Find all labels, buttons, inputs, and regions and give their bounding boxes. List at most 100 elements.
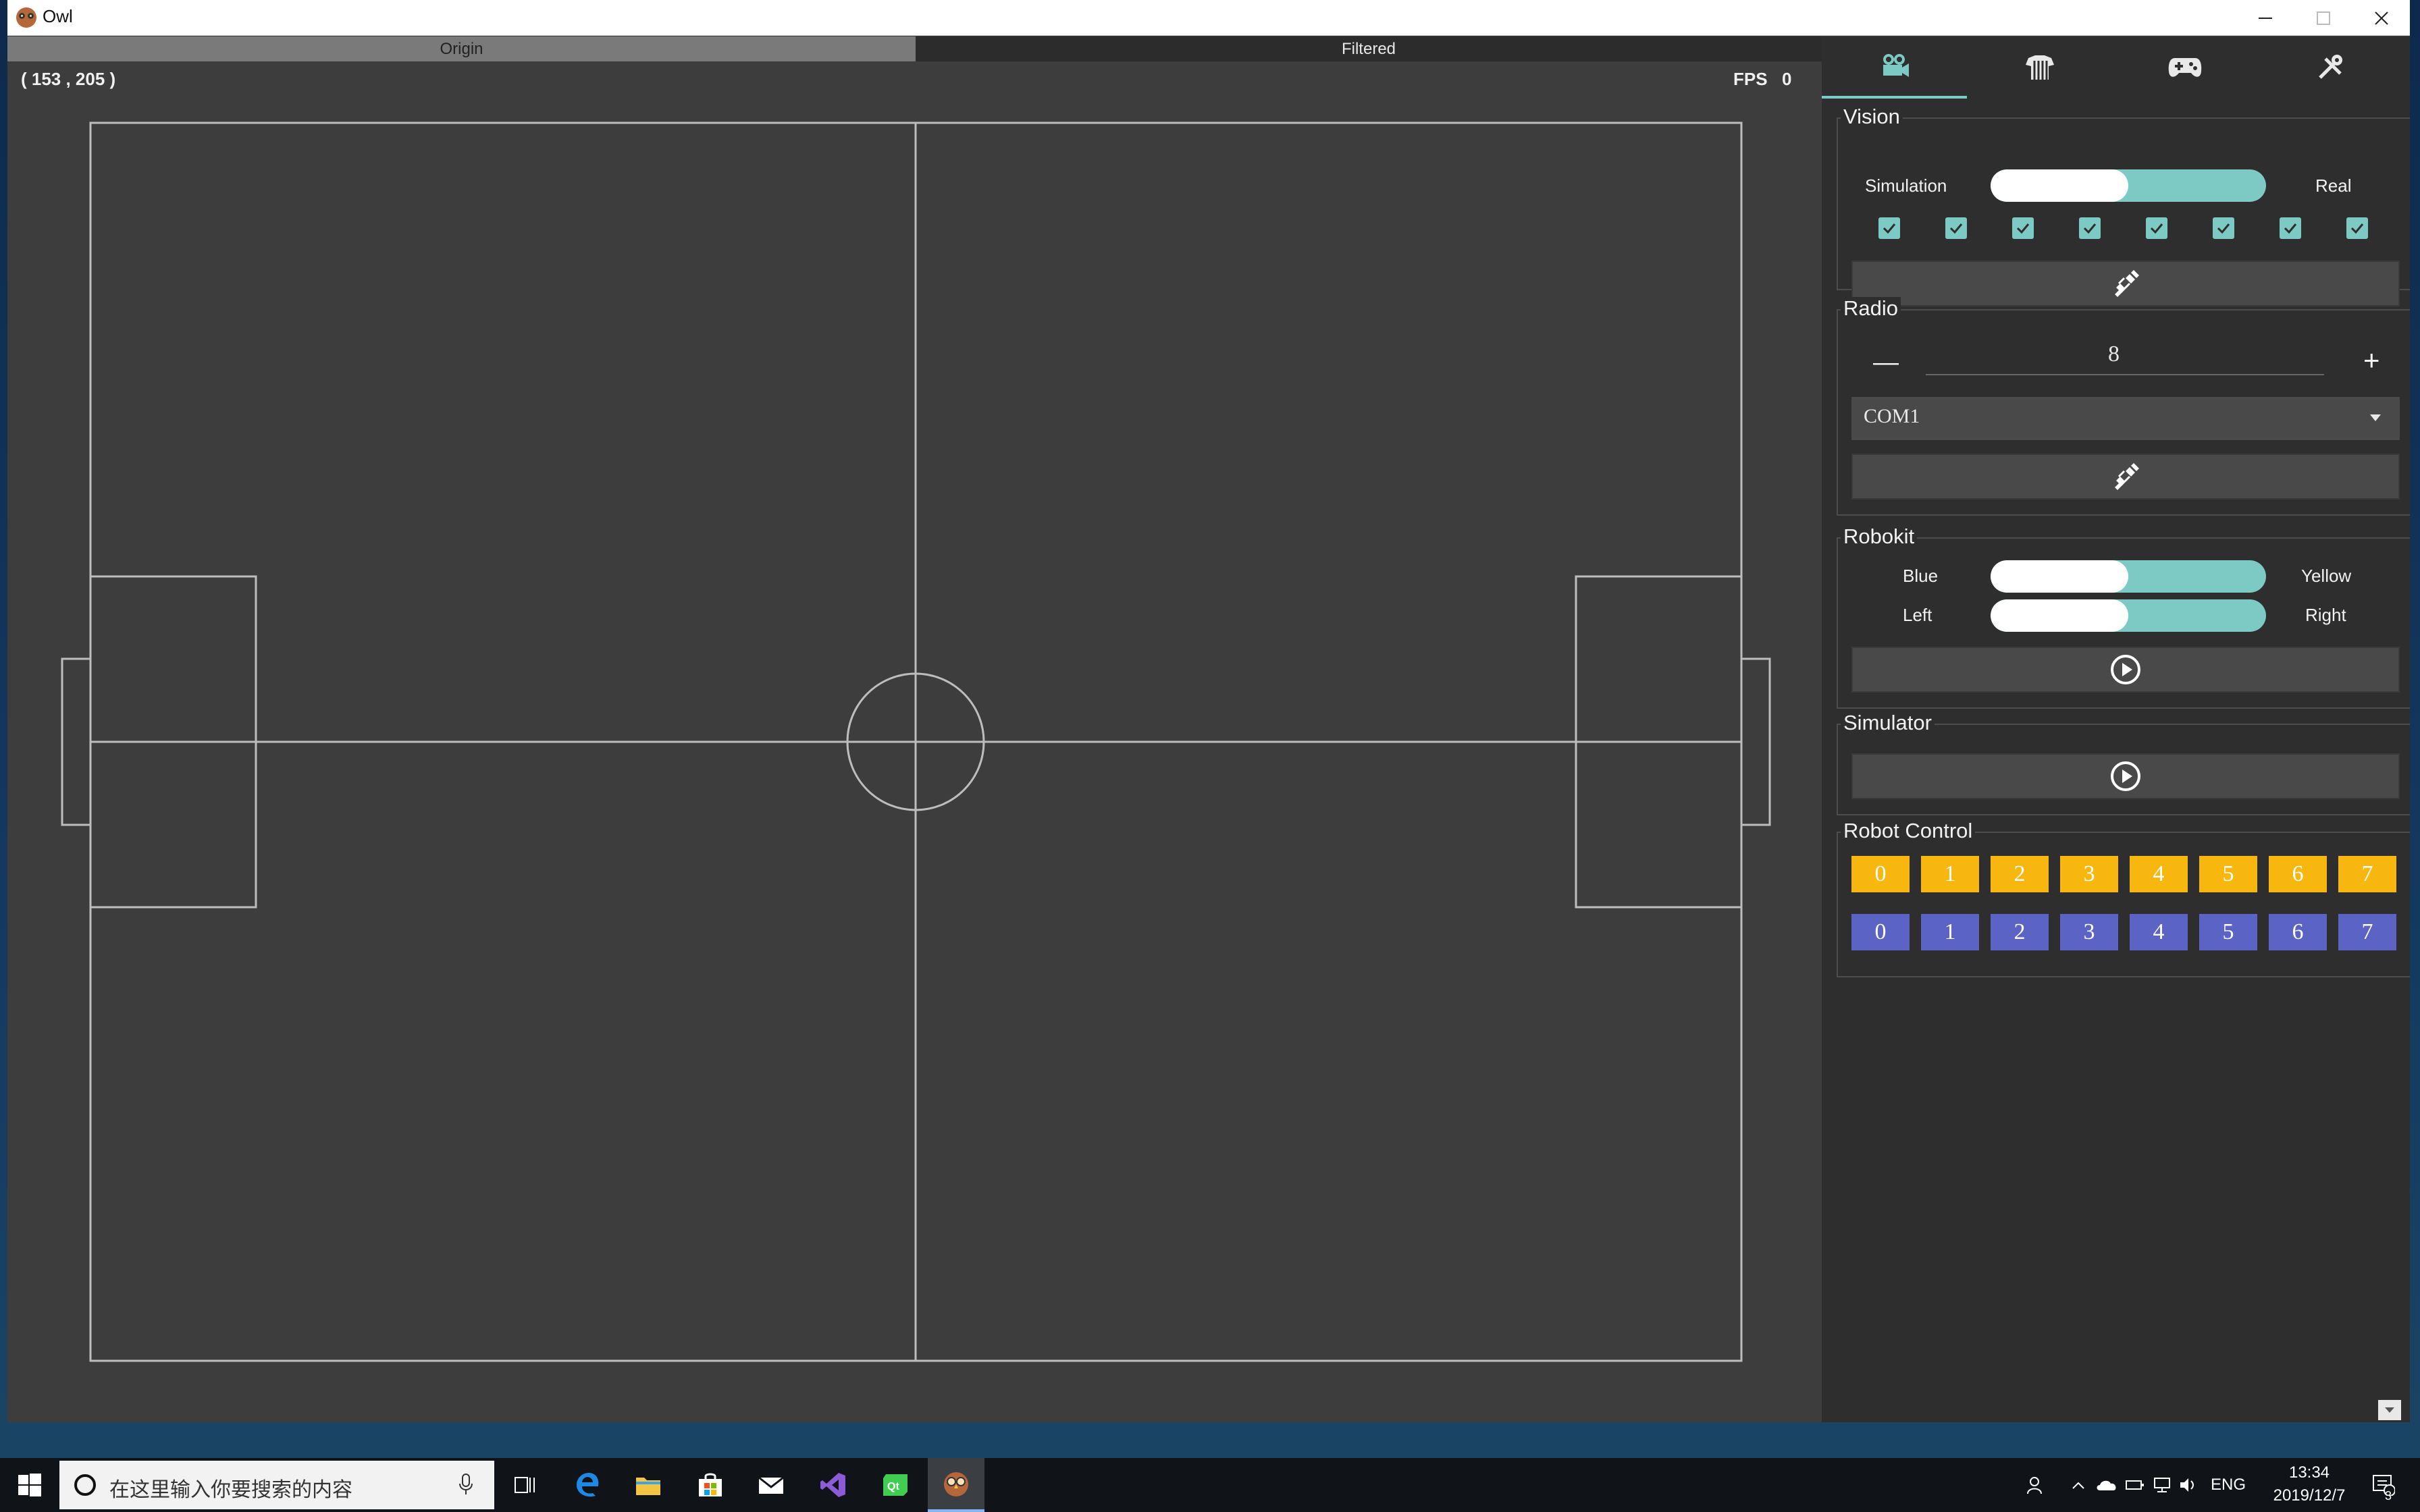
- owl-app-icon[interactable]: [928, 1458, 984, 1512]
- tab-origin[interactable]: Origin: [7, 36, 916, 61]
- simulator-start-button[interactable]: [1851, 753, 2400, 799]
- check-icon: [1883, 223, 1896, 234]
- blue-robot-button[interactable]: 4: [2130, 914, 2188, 950]
- cloud-glyph: [2097, 1480, 2116, 1490]
- blue-robot-button[interactable]: 5: [2199, 914, 2257, 950]
- check-icon: [2150, 223, 2163, 234]
- vision-checkbox-5[interactable]: [2213, 217, 2234, 239]
- scroll-down-button[interactable]: [2378, 1400, 2401, 1420]
- vision-simulation-label: Simulation: [1865, 176, 1947, 196]
- vision-checkbox-1[interactable]: [1945, 217, 1967, 239]
- vision-connect-button[interactable]: [1851, 261, 2400, 306]
- visual-studio-glyph: [820, 1473, 845, 1497]
- robokit-left-label: Left: [1903, 605, 1932, 625]
- vision-mode-toggle[interactable]: [1991, 169, 2266, 202]
- chevron-up-icon: [2072, 1482, 2084, 1489]
- tab-settings[interactable]: [2257, 36, 2402, 99]
- play-icon: [2111, 655, 2140, 684]
- yellow-robot-button[interactable]: 5: [2199, 856, 2257, 892]
- show-hidden-icons[interactable]: [2066, 1458, 2090, 1512]
- blue-robot-button[interactable]: 7: [2338, 914, 2396, 950]
- gamepad-icon: [2168, 58, 2201, 77]
- soccer-field: [61, 122, 1771, 1362]
- clock-time[interactable]: 13:34: [2282, 1463, 2336, 1482]
- battery-icon[interactable]: [2123, 1458, 2147, 1512]
- robokit-side-toggle[interactable]: [1991, 599, 2266, 632]
- clock-date[interactable]: 2019/12/7: [2262, 1486, 2357, 1505]
- folder-glyph: [636, 1478, 660, 1495]
- edge-icon[interactable]: [559, 1458, 616, 1512]
- mail-icon[interactable]: [743, 1458, 799, 1512]
- tools-icon: [2318, 55, 2342, 79]
- blue-robot-button[interactable]: 2: [1991, 914, 2049, 950]
- windows-logo-icon: [18, 1474, 41, 1496]
- vision-checkbox-3[interactable]: [2079, 217, 2101, 239]
- input-language[interactable]: ENG: [2207, 1458, 2250, 1512]
- blue-robot-button[interactable]: 6: [2269, 914, 2327, 950]
- blue-robot-button[interactable]: 0: [1851, 914, 1910, 950]
- yellow-robot-button[interactable]: 3: [2060, 856, 2118, 892]
- tab-gamepad[interactable]: [2112, 36, 2257, 99]
- vision-checkbox-2[interactable]: [2012, 217, 2034, 239]
- robokit-right-label: Right: [2305, 605, 2346, 625]
- robokit-team-toggle[interactable]: [1991, 560, 2266, 593]
- minimize-icon: [2259, 17, 2272, 19]
- vision-checkbox-6[interactable]: [2280, 217, 2301, 239]
- radio-increment-button[interactable]: +: [2363, 344, 2380, 377]
- visual-studio-icon[interactable]: [805, 1458, 862, 1512]
- radio-decrement-button[interactable]: —: [1873, 348, 1899, 377]
- radio-port-select[interactable]: COM1: [1851, 397, 2400, 440]
- chevron-down-icon: [2385, 1407, 2394, 1413]
- fps-label: FPS: [1733, 69, 1768, 89]
- right-goal: [1740, 657, 1771, 826]
- radio-connect-button[interactable]: [1851, 454, 2400, 500]
- start-button[interactable]: [0, 1458, 59, 1512]
- tab-vision[interactable]: [1822, 36, 1967, 99]
- minimize-button[interactable]: [2236, 0, 2294, 36]
- blue-robot-button[interactable]: 3: [2060, 914, 2118, 950]
- title-bar[interactable]: Owl: [7, 0, 2410, 36]
- onedrive-icon[interactable]: [2093, 1458, 2120, 1512]
- vision-checkbox-0[interactable]: [1878, 217, 1900, 239]
- radio-stepper-track: [1926, 374, 2324, 375]
- store-icon[interactable]: [682, 1458, 739, 1512]
- owl-glyph: [944, 1472, 968, 1496]
- vision-group: Vision Simulation Real: [1837, 105, 2410, 306]
- yellow-robot-button[interactable]: 4: [2130, 856, 2188, 892]
- jersey-icon: [2025, 55, 2054, 80]
- task-view-icon[interactable]: [497, 1458, 554, 1512]
- vision-checkbox-4[interactable]: [2146, 217, 2167, 239]
- tab-filtered[interactable]: Filtered: [916, 36, 1822, 61]
- yellow-robot-button[interactable]: 2: [1991, 856, 2049, 892]
- vision-checkbox-7[interactable]: [2346, 217, 2368, 239]
- action-center-button[interactable]: 3: [2366, 1458, 2401, 1512]
- simulator-title: Simulator: [1841, 711, 1935, 734]
- file-explorer-icon[interactable]: [620, 1458, 677, 1512]
- toggle-knob: [1991, 169, 2128, 202]
- speaker-glyph: [2180, 1478, 2194, 1492]
- yellow-robot-button[interactable]: 0: [1851, 856, 1910, 892]
- people-icon[interactable]: [2022, 1458, 2051, 1512]
- network-icon[interactable]: [2150, 1458, 2174, 1512]
- yellow-robot-button[interactable]: 1: [1921, 856, 1979, 892]
- blue-robot-button[interactable]: 1: [1921, 914, 1979, 950]
- plug-icon: [2115, 463, 2139, 490]
- microphone-icon[interactable]: [458, 1473, 474, 1496]
- radio-title: Radio: [1841, 297, 1901, 320]
- robokit-start-button[interactable]: [1851, 647, 2400, 693]
- yellow-robot-button[interactable]: 6: [2269, 856, 2327, 892]
- close-icon: [2375, 11, 2388, 25]
- qt-creator-icon[interactable]: Qt: [867, 1458, 924, 1512]
- close-button[interactable]: [2352, 0, 2411, 36]
- tab-team[interactable]: [1967, 36, 2112, 99]
- qt-glyph: Qt: [883, 1474, 908, 1496]
- cortana-icon: [74, 1474, 96, 1496]
- search-box[interactable]: 在这里输入你要搜索的内容: [59, 1461, 494, 1509]
- volume-icon[interactable]: [2177, 1458, 2201, 1512]
- taskbar: 在这里输入你要搜索的内容 Qt ENG 13:34 2019/12/7 3: [0, 1458, 2420, 1512]
- vision-real-label: Real: [2315, 176, 2352, 196]
- field-view[interactable]: ( 153 , 205 ) FPS 0: [7, 62, 1822, 1422]
- yellow-robot-button[interactable]: 7: [2338, 856, 2396, 892]
- maximize-button[interactable]: [2294, 0, 2352, 36]
- radio-frequency-value[interactable]: 8: [2108, 342, 2120, 367]
